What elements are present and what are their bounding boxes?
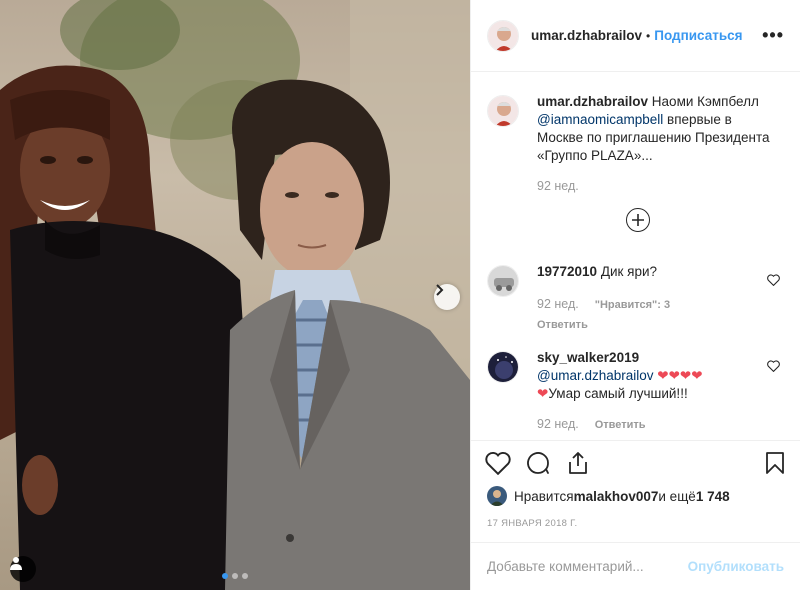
avatar[interactable] bbox=[487, 19, 519, 52]
carousel-dot bbox=[232, 573, 238, 579]
photo-illustration bbox=[0, 0, 470, 590]
caption-text: umar.dzhabrailov Наоми Кэмпбелл @iamnaom… bbox=[537, 93, 772, 165]
caption: umar.dzhabrailov Наоми Кэмпбелл @iamnaom… bbox=[487, 93, 784, 195]
avatar[interactable] bbox=[487, 265, 519, 297]
likes-summary[interactable]: Нравится malakhov007 и ещё 1 748 bbox=[487, 486, 730, 506]
likes-count[interactable]: 1 748 bbox=[696, 489, 730, 504]
comment-body: sky_walker2019 @umar.dzhabrailov ❤❤❤❤ ❤У… bbox=[537, 349, 752, 434]
action-bar bbox=[471, 440, 800, 480]
carousel-dot bbox=[242, 573, 248, 579]
heart-outline-icon bbox=[767, 360, 780, 373]
comment-meta: 92 нед. "Нравится": 3 bbox=[537, 295, 670, 314]
post-header: umar.dzhabrailov • Подписаться ••• bbox=[471, 0, 800, 72]
avatar[interactable] bbox=[487, 351, 519, 383]
author-avatar-image bbox=[488, 20, 518, 51]
share-icon[interactable] bbox=[565, 451, 591, 475]
follow-button[interactable]: Подписаться bbox=[654, 28, 742, 43]
comment-text: Умар самый лучший!!! bbox=[548, 386, 688, 401]
add-comment-bar: Опубликовать bbox=[471, 542, 800, 590]
reply-button[interactable]: Ответить bbox=[595, 416, 646, 434]
author-username[interactable]: umar.dzhabrailov bbox=[531, 28, 642, 43]
comment-meta: 92 нед. Ответить bbox=[537, 415, 752, 434]
caption-time[interactable]: 92 нед. bbox=[537, 177, 579, 195]
heart-icon[interactable] bbox=[485, 451, 511, 475]
avatar[interactable] bbox=[487, 486, 507, 506]
carousel-dot bbox=[222, 573, 228, 579]
comment-time[interactable]: 92 нед. bbox=[537, 415, 579, 433]
comment-username[interactable]: sky_walker2019 bbox=[537, 350, 639, 365]
post-date[interactable]: 17 ЯНВАРЯ 2018 Г. bbox=[487, 518, 577, 529]
comment-text: Дик яри? bbox=[597, 264, 658, 279]
caption-body: umar.dzhabrailov Наоми Кэмпбелл @iamnaom… bbox=[537, 93, 772, 195]
tagged-users-button[interactable] bbox=[10, 556, 36, 582]
commenter-avatar-image bbox=[488, 352, 518, 382]
comment-body: 19772010 Дик яри? 92 нед. "Нравится": 3 … bbox=[537, 263, 670, 334]
separator-dot: • bbox=[646, 28, 651, 43]
likes-prefix: Нравится bbox=[514, 488, 574, 504]
more-options-button[interactable]: ••• bbox=[762, 25, 784, 46]
carousel-indicator bbox=[222, 573, 248, 579]
caption-meta: 92 нед. bbox=[537, 177, 772, 195]
caption-mention[interactable]: @iamnaomicampbell bbox=[537, 112, 663, 127]
comment-item: 19772010 Дик яри? 92 нед. "Нравится": 3 … bbox=[487, 263, 784, 334]
likes-middle: и ещё bbox=[658, 488, 696, 504]
heart-emoji: ❤ bbox=[537, 386, 549, 401]
heart-outline-icon bbox=[767, 274, 780, 287]
liker-avatar-image bbox=[487, 486, 507, 506]
heart-emoji: ❤❤❤❤ bbox=[657, 368, 703, 383]
author-avatar-image bbox=[488, 96, 518, 126]
avatar[interactable] bbox=[487, 95, 519, 127]
comment-input[interactable] bbox=[487, 559, 688, 574]
post-sidebar: umar.dzhabrailov • Подписаться ••• umar.… bbox=[470, 0, 800, 590]
comments-list[interactable]: umar.dzhabrailov Наоми Кэмпбелл @iamnaom… bbox=[471, 73, 800, 440]
liker-username[interactable]: malakhov007 bbox=[574, 489, 659, 504]
user-icon bbox=[10, 557, 22, 570]
post-photo[interactable] bbox=[0, 0, 470, 590]
comment-item: sky_walker2019 @umar.dzhabrailov ❤❤❤❤ ❤У… bbox=[487, 349, 784, 434]
bookmark-icon[interactable] bbox=[764, 451, 786, 475]
like-comment-button[interactable] bbox=[767, 273, 780, 289]
comment-time[interactable]: 92 нед. bbox=[537, 295, 579, 313]
plus-icon bbox=[632, 214, 644, 226]
caption-text-before: Наоми Кэмпбелл bbox=[648, 94, 759, 109]
load-more-comments-button[interactable] bbox=[626, 208, 650, 232]
comment-likes[interactable]: "Нравится": 3 bbox=[595, 296, 670, 314]
commenter-avatar-image bbox=[488, 266, 518, 296]
reply-button[interactable]: Ответить bbox=[537, 316, 670, 334]
like-comment-button[interactable] bbox=[767, 359, 780, 375]
caption-username[interactable]: umar.dzhabrailov bbox=[537, 94, 648, 109]
chevron-right-icon bbox=[436, 284, 444, 296]
publish-button[interactable]: Опубликовать bbox=[688, 559, 784, 574]
comment-username[interactable]: 19772010 bbox=[537, 264, 597, 279]
comment-icon[interactable] bbox=[525, 451, 551, 475]
comment-mention[interactable]: @umar.dzhabrailov bbox=[537, 368, 654, 383]
next-photo-button[interactable] bbox=[434, 284, 460, 310]
